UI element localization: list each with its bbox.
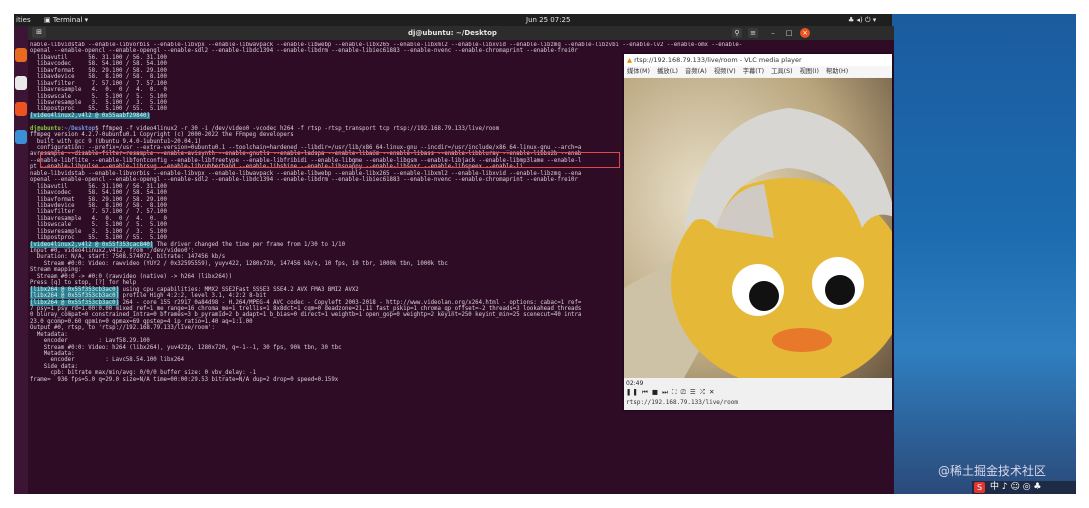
line-text: libavdevice 58. 8.100 / 58. 8.100	[30, 202, 167, 209]
maximize-icon[interactable]: □	[784, 28, 794, 38]
terminal-titlebar: ⊞ dj@ubuntu: ~/Desktop ⚲ ≡ – □ ×	[28, 26, 894, 40]
menu-icon[interactable]: ≡	[748, 28, 758, 38]
line-text: 7 psy=1 psy_rd=1.00:0.00 mixed_ref=1 me_…	[30, 305, 582, 312]
line-text: configuration: --prefix=/usr --extra-ver…	[30, 145, 582, 151]
line-text: 23.0 qcomp=0.60 qpmin=0 qpmax=69 qpstep=…	[30, 318, 253, 325]
line-text: Stream #0:0: Video: rawvideo (YUY2 / 0x3…	[30, 260, 448, 267]
desktop-wallpaper	[892, 14, 1076, 494]
line-text: libavfilter 7. 57.100 / 7. 57.100	[30, 80, 167, 87]
line-text: Input #0, video4linux2,v4l2, from '/dev/…	[30, 248, 195, 254]
line-text: profile High 4:2:2, level 3.1, 4:2:2 8-b…	[119, 293, 267, 300]
vlc-menu-subtitle[interactable]: 字幕(T)	[743, 68, 764, 75]
line-text: nable-libvidstab --enable-libvorbis --en…	[30, 42, 743, 48]
vlc-elapsed-time: 02:49	[626, 380, 644, 387]
ffmpeg-command: $ ffmpeg -f video4linux2 -r 30 -i /dev/v…	[95, 125, 500, 132]
command-highlight-box	[40, 152, 620, 168]
firefox-icon[interactable]	[15, 48, 27, 62]
line-text: The driver changed the time per frame fr…	[153, 241, 346, 248]
line-text: libswresample 3. 5.100 / 3. 5.100	[30, 99, 167, 106]
line-text: libswscale 5. 5.100 / 5. 5.100	[30, 93, 167, 100]
line-text: libavcodec 58. 54.100 / 58. 54.100	[30, 190, 167, 197]
line-text: frame= 936 fps=5.0 q=29.0 size=N/A time=…	[30, 376, 339, 383]
vlc-titlebar: ▲ rtsp://192.168.79.133/live/room - VLC …	[624, 54, 892, 66]
watermark: @稀土掘金技术社区	[938, 464, 1047, 478]
vlc-playback-buttons[interactable]: ❚❚ ⏮ ■ ⏭ ⛶ ⎚ ☰ ⤮ ✕	[626, 388, 716, 397]
line-text: 0 bluray_compat=0 constrained_intra=0 bf…	[30, 312, 582, 319]
vlc-menu-help[interactable]: 帮助(H)	[826, 68, 848, 75]
screenshot-frame: ities ▣ Terminal ▾ Jun 25 07:25 ♣ ◂) ⏻ ▾…	[14, 14, 1076, 494]
files-icon[interactable]	[15, 76, 27, 90]
vlc-menu-video[interactable]: 视频(V)	[714, 68, 736, 75]
line-text: libavresample 4. 0. 0 / 4. 0. 0	[30, 87, 167, 94]
line-text: Side data:	[30, 363, 78, 370]
log-tag: [libx264 @ 0x55f353cb3ac0]	[30, 286, 120, 293]
vlc-menu-tools[interactable]: 工具(S)	[771, 68, 793, 75]
line-text: Stream #0:0: Video: h264 (libx264), yuv4…	[30, 344, 342, 351]
line-text: libavutil 56. 31.100 / 56. 31.100	[30, 54, 167, 61]
line-text: Press [q] to stop, [?] for help	[30, 280, 137, 287]
vlc-title: rtsp://192.168.79.133/live/room - VLC me…	[634, 56, 802, 64]
system-tray-icon[interactable]: ♣ ◂) ⏻ ▾	[848, 14, 876, 26]
line-text: libpostproc 55. 5.100 / 55. 5.100	[30, 235, 167, 242]
activities-button[interactable]: ities	[16, 14, 31, 26]
line-text: libavfilter 7. 57.100 / 7. 57.100	[30, 209, 167, 216]
terminal-app-menu[interactable]: ▣ Terminal ▾	[44, 14, 88, 26]
line-text: 264 - core 155 r2917 0a84d98 - H.264/MPE…	[119, 299, 582, 306]
line-text: libavformat 58. 29.100 / 58. 29.100	[30, 67, 167, 74]
help-icon[interactable]	[15, 130, 27, 144]
vlc-controls: 02:49 ❚❚ ⏮ ■ ⏭ ⛶ ⎚ ☰ ⤮ ✕ rtsp://192.168.…	[624, 378, 892, 410]
software-icon[interactable]	[15, 102, 27, 116]
new-tab-icon[interactable]: ⊞	[32, 27, 46, 38]
line-text: libavutil 56. 31.100 / 56. 31.100	[30, 183, 167, 190]
line-text: openal --enable-opencl --enable-opengl -…	[30, 48, 578, 55]
line-text: libavresample 4. 0. 0 / 4. 0. 0	[30, 215, 167, 222]
dock	[14, 26, 28, 494]
line-text: libavformat 58. 29.100 / 58. 29.100	[30, 196, 167, 203]
line-text: Stream #0:0 -> #0:0 (rawvideo (native) -…	[30, 273, 233, 280]
line-text: libavdevice 58. 8.100 / 58. 8.100	[30, 74, 167, 81]
close-icon[interactable]: ×	[800, 28, 810, 38]
line-text: libavcodec 58. 54.100 / 58. 54.100	[30, 61, 167, 68]
line-text: cpb: bitrate max/min/avg: 0/0/0 buffer s…	[30, 370, 256, 377]
prompt-user: dj@ubuntu	[30, 125, 61, 132]
windows-tray: S 中 ♪ ☺ ◎ ♣	[972, 481, 1076, 494]
log-tag: [libx264 @ 0x55f353cb3ac0]	[30, 299, 120, 306]
vlc-menubar: 媒体(M) 播放(L) 音频(A) 视频(V) 字幕(T) 工具(S) 视图(I…	[624, 66, 892, 77]
clock[interactable]: Jun 25 07:25	[526, 14, 570, 26]
vlc-cone-icon: ▲	[627, 56, 632, 64]
line-text: nable-libvidstab --enable-libvorbis --en…	[30, 170, 582, 177]
vlc-menu-audio[interactable]: 音频(A)	[685, 68, 707, 75]
sogou-icon[interactable]: S	[974, 482, 985, 493]
log-tag: [libx264 @ 0x55f353cb3ac0]	[30, 293, 120, 300]
line-text: libswscale 5. 5.100 / 5. 5.100	[30, 222, 167, 229]
line-text: Metadata:	[30, 331, 68, 338]
line-text: libpostproc 55. 5.100 / 55. 5.100	[30, 106, 167, 113]
vlc-menu-view[interactable]: 视图(I)	[800, 68, 819, 75]
line-text: Stream mapping:	[30, 267, 82, 274]
line-text: using cpu capabilities: MMX2 SSE2Fast SS…	[119, 286, 359, 293]
line-text: Metadata:	[30, 351, 75, 357]
line-text: encoder : Lavf58.29.100	[30, 338, 150, 345]
tray-icons[interactable]: 中 ♪ ☺ ◎ ♣	[990, 481, 1042, 494]
camera-frame-image	[624, 78, 892, 378]
line-text: Output #0, rtsp, to 'rtsp://192.168.79.1…	[30, 325, 215, 332]
line-text: openal --enable-opencl --enable-opengl -…	[30, 177, 578, 184]
line-text: [video4linux2,v4l2 @ 0x55aabf29840]	[30, 112, 150, 119]
line-text: built with gcc 9 (Ubuntu 9.4.0-1ubuntu1~…	[30, 138, 202, 145]
vlc-menu-playback[interactable]: 播放(L)	[657, 68, 678, 75]
search-icon[interactable]: ⚲	[732, 28, 742, 38]
line-text: Duration: N/A, start: 7508.574072, bitra…	[30, 254, 226, 261]
line-text: encoder : Lavc58.54.100 libx264	[30, 357, 185, 364]
prompt-path: ~/Desktop	[64, 125, 96, 132]
vlc-menu-media[interactable]: 媒体(M)	[627, 68, 650, 75]
vlc-video-area[interactable]	[624, 78, 892, 378]
minimize-icon[interactable]: –	[768, 28, 778, 38]
vlc-status-url: rtsp://192.168.79.133/live/room	[626, 399, 738, 406]
vlc-window[interactable]: ▲ rtsp://192.168.79.133/live/room - VLC …	[624, 54, 892, 410]
line-text: libswresample 3. 5.100 / 3. 5.100	[30, 228, 167, 235]
line-text: ffmpeg version 4.2.7-0ubuntu0.1 Copyrigh…	[30, 132, 294, 139]
terminal-title: dj@ubuntu: ~/Desktop	[408, 29, 497, 37]
log-tag: [video4linux2,v4l2 @ 0x55f353cac840]	[30, 241, 154, 248]
